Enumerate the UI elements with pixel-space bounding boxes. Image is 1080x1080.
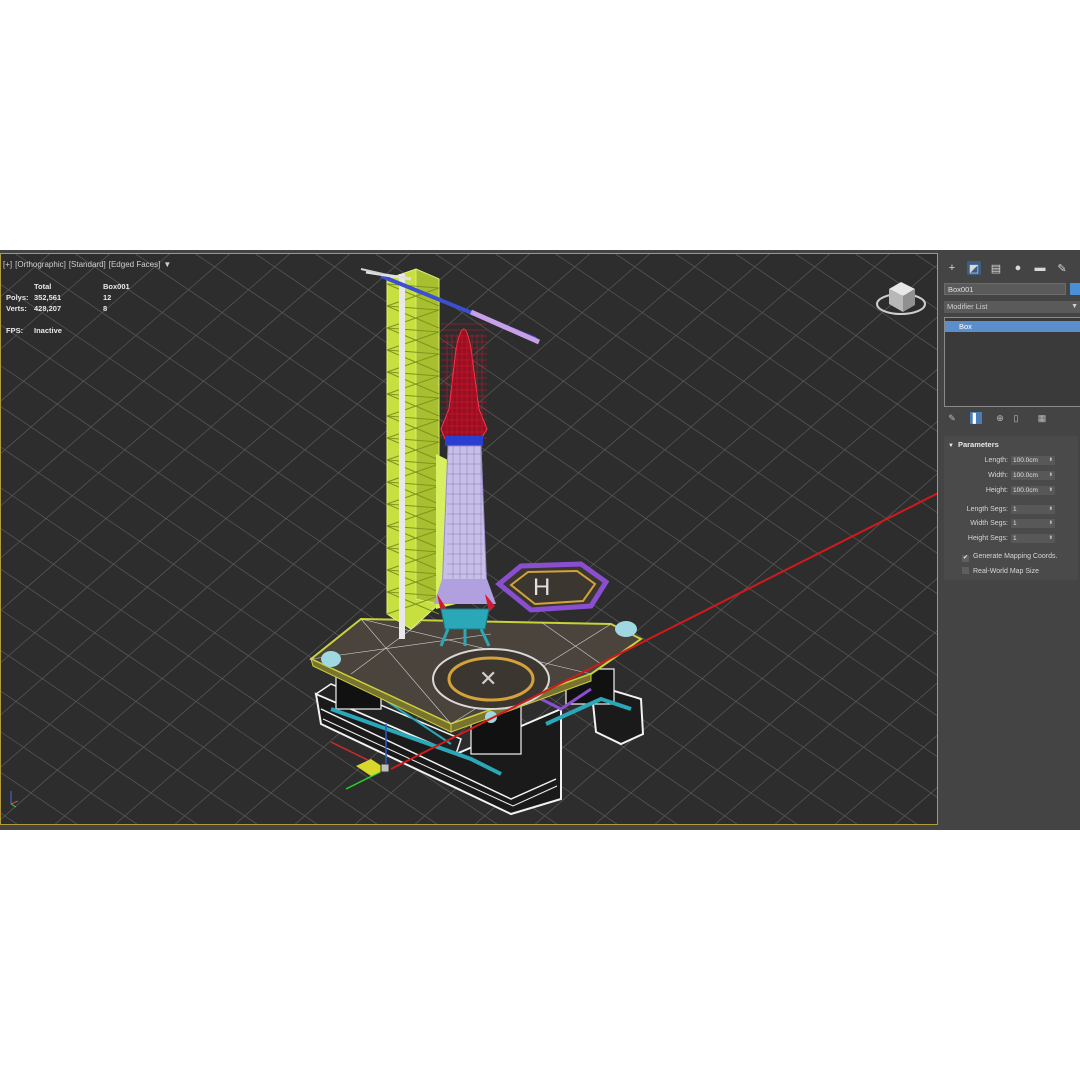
stats-object-header: Box001 [103,282,130,291]
show-end-result-icon[interactable]: ▌ [970,412,982,424]
length-value[interactable]: 100.0cm [1013,457,1038,464]
app-window: ✕ H [+] [Orthographic] [Standard] [Edged… [0,250,1080,830]
display-icon[interactable]: ▬ [1033,261,1047,275]
height-segs-value[interactable]: 1 [1013,535,1017,542]
length-param: Length: 100.0cm ⬍ [944,456,1078,466]
helipad-model[interactable]: H [495,561,610,613]
width-spinner[interactable]: 100.0cm ⬍ [1011,471,1055,480]
rollout-header[interactable]: ▼ Parameters [944,439,1078,451]
scene-canvas[interactable]: ✕ H [1,254,938,825]
funnel-icon[interactable]: ▼ [163,260,171,269]
stats-verts-object: 8 [103,304,108,313]
viewport-menu-plus[interactable]: [+] [3,260,12,269]
spinner-arrows-icon[interactable]: ⬍ [1049,456,1053,465]
height-segs-label: Height Segs: [967,535,1008,542]
configure-sets-icon[interactable]: ▦ [1036,412,1048,424]
stats-polys-object: 12 [103,293,112,302]
height-label: Height: [985,487,1008,494]
generate-mapping-label[interactable]: Generate Mapping Coords. [973,553,1057,560]
spinner-arrows-icon[interactable]: ⬍ [1049,534,1053,543]
viewport-label[interactable]: [+] [Orthographic] [Standard] [Edged Faces]… [3,260,174,269]
length-spinner[interactable]: 100.0cm ⬍ [1011,456,1055,465]
width-segs-spinner[interactable]: 1 ⬍ [1011,519,1055,528]
object-name-field[interactable]: Box001 [944,283,1066,295]
launch-platform-model[interactable]: ✕ [309,617,645,816]
checkbox-empty-icon[interactable] [962,567,969,574]
height-param: Height: 100.0cm ⬍ [944,486,1078,496]
checkmark-icon[interactable]: ✔ [962,555,969,562]
modifier-list-dropdown[interactable]: Modifier List ▼ [944,301,1080,313]
height-segs-spinner[interactable]: 1 ⬍ [1011,534,1055,543]
motion-icon[interactable]: ● [1011,261,1025,275]
svg-text:✕: ✕ [479,666,497,691]
create-icon[interactable]: + [945,261,959,275]
viewport-shading-edged[interactable]: [Edged Faces] [109,260,161,269]
stats-polys-label: Polys: [6,293,29,302]
height-segs-param: Height Segs: 1 ⬍ [944,534,1078,544]
width-param: Width: 100.0cm ⬍ [944,471,1078,481]
stack-item-box[interactable]: Box [945,321,1080,332]
hierarchy-icon[interactable]: ▤ [989,261,1003,275]
pin-stack-icon[interactable]: ✎ [946,412,958,424]
stats-verts-total: 428,207 [34,304,62,313]
stack-toolbar: ✎ ▌ ⊕ ▯ ▦ [944,411,1080,427]
length-segs-value[interactable]: 1 [1013,506,1017,513]
rollout-title: Parameters [957,440,999,449]
modify-icon[interactable]: ◩ [967,261,981,275]
length-label: Length: [984,457,1008,464]
spinner-arrows-icon[interactable]: ⬍ [1049,519,1053,528]
command-panel-tabs: + ◩ ▤ ● ▬ ✎ [940,259,1080,279]
chevron-down-icon: ▼ [1071,303,1078,310]
stats-fps-value: Inactive [34,326,62,335]
height-value[interactable]: 100.0cm [1013,487,1038,494]
utilities-icon[interactable]: ✎ [1055,261,1069,275]
spinner-arrows-icon[interactable]: ⬍ [1049,486,1053,495]
width-label: Width: [988,472,1008,479]
stats-total-header: Total [34,282,52,291]
spinner-arrows-icon[interactable]: ⬍ [1049,471,1053,480]
object-color-swatch[interactable] [1070,283,1080,295]
length-segs-label: Length Segs: [966,506,1008,513]
modifier-stack[interactable]: Box [944,317,1080,407]
parameters-rollout: ▼ Parameters Length: 100.0cm ⬍ Width: 100.… [944,436,1078,580]
stats-verts-label: Verts: [6,304,27,313]
width-value[interactable]: 100.0cm [1013,472,1038,479]
real-world-map-label[interactable]: Real-World Map Size [973,568,1039,575]
real-world-map-checkbox[interactable]: Real-World Map Size [962,567,1039,577]
stats-fps-label: FPS: [6,326,24,335]
viewport-point-of-view[interactable]: [Orthographic] [15,260,66,269]
width-segs-value[interactable]: 1 [1013,520,1017,527]
collapse-icon: ▼ [948,443,954,449]
world-axis-icon [10,791,19,808]
stats-polys-total: 352,561 [34,293,62,302]
height-spinner[interactable]: 100.0cm ⬍ [1011,486,1055,495]
svg-text:H: H [533,574,550,601]
generate-mapping-checkbox[interactable]: ✔ Generate Mapping Coords. [962,552,1057,562]
make-unique-icon[interactable]: ⊕ [994,412,1006,424]
command-panel: + ◩ ▤ ● ▬ ✎ Box001 Modifier List ▼ Box ✎… [940,253,1080,825]
modifier-list-label: Modifier List [947,302,988,311]
width-segs-label: Width Segs: [970,520,1008,527]
viewport-shading-standard[interactable]: [Standard] [69,260,106,269]
spinner-arrows-icon[interactable]: ⬍ [1049,505,1053,514]
perspective-viewport[interactable]: ✕ H [+] [Orthographic] [Standard] [Edged… [0,253,938,825]
length-segs-spinner[interactable]: 1 ⬍ [1011,505,1055,514]
length-segs-param: Length Segs: 1 ⬍ [944,505,1078,515]
width-segs-param: Width Segs: 1 ⬍ [944,519,1078,529]
remove-modifier-icon[interactable]: ▯ [1010,412,1022,424]
viewcube-icon[interactable] [876,282,926,315]
